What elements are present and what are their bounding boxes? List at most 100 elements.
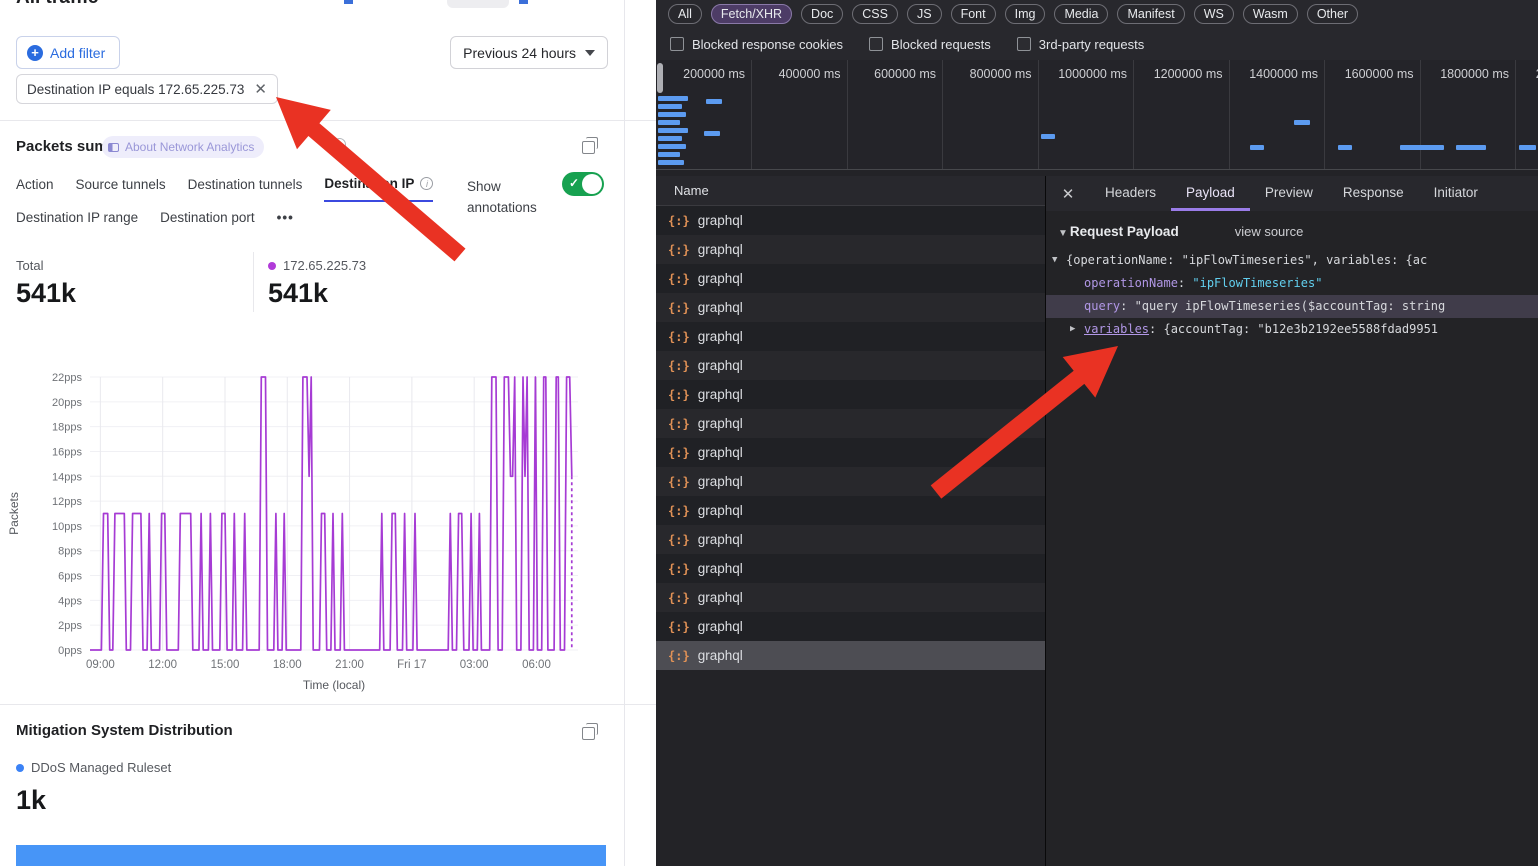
network-request-row[interactable]: {:}graphql: [656, 351, 1045, 380]
tab-action[interactable]: Action: [16, 176, 54, 202]
timeline-tick-label: 1000000 ms: [1039, 67, 1127, 81]
filter-pill-wasm[interactable]: Wasm: [1243, 4, 1298, 24]
detail-tab-payload[interactable]: Payload: [1171, 176, 1250, 211]
expanded-arrow-icon[interactable]: ▼: [1052, 249, 1057, 272]
network-request-row[interactable]: {:}graphql: [656, 380, 1045, 409]
request-name: graphql: [698, 648, 743, 663]
remove-filter-icon[interactable]: ✕: [254, 80, 267, 98]
fetch-json-icon: {:}: [668, 533, 690, 547]
detail-tab-headers[interactable]: Headers: [1090, 176, 1171, 211]
request-filter-checkboxes: Blocked response cookies Blocked requests…: [656, 28, 1538, 60]
svg-text:14pps: 14pps: [52, 471, 82, 483]
checkbox-icon: [670, 37, 684, 51]
mitigation-bar: [16, 845, 606, 866]
detail-tab-preview[interactable]: Preview: [1250, 176, 1328, 211]
network-request-row[interactable]: {:}graphql: [656, 612, 1045, 641]
series-label: 172.65.225.73: [268, 258, 366, 273]
payload-line[interactable]: ▶variables: {accountTag: "b12e3b2192ee55…: [1046, 318, 1538, 341]
network-request-row[interactable]: {:}graphql: [656, 525, 1045, 554]
toggle-knob: [582, 174, 602, 194]
more-tabs-button[interactable]: •••: [277, 210, 294, 234]
payload-line[interactable]: operationName: "ipFlowTimeseries": [1046, 272, 1538, 295]
request-timing-mark: [658, 112, 686, 117]
svg-text:18pps: 18pps: [52, 422, 82, 434]
filter-pill-img[interactable]: Img: [1005, 4, 1046, 24]
checkbox-blocked-response-cookies[interactable]: Blocked response cookies: [670, 37, 843, 52]
svg-text:2pps: 2pps: [58, 620, 82, 632]
detail-tab-response[interactable]: Response: [1328, 176, 1419, 211]
fetch-json-icon: {:}: [668, 417, 690, 431]
request-name: graphql: [698, 242, 743, 257]
payload-segment: :: [1178, 276, 1192, 290]
svg-text:09:00: 09:00: [86, 659, 115, 671]
network-request-row[interactable]: {:}graphql: [656, 641, 1045, 670]
network-request-row[interactable]: {:}graphql: [656, 467, 1045, 496]
network-request-row[interactable]: {:}graphql: [656, 583, 1045, 612]
request-payload-title[interactable]: ▼Request Payload: [1058, 224, 1179, 239]
network-request-row[interactable]: {:}graphql: [656, 264, 1045, 293]
detail-tab-initiator[interactable]: Initiator: [1419, 176, 1493, 211]
timeline-tick-label: 2000000 ms: [1517, 67, 1538, 81]
view-source-link[interactable]: view source: [1235, 224, 1304, 239]
total-label: Total: [16, 258, 76, 273]
popout-icon[interactable]: [582, 727, 595, 740]
add-filter-button[interactable]: + Add filter: [16, 36, 120, 69]
filter-chip-text: Destination IP equals 172.65.225.73: [27, 82, 244, 97]
filter-pill-other[interactable]: Other: [1307, 4, 1358, 24]
tab-source-tunnels[interactable]: Source tunnels: [76, 176, 166, 202]
collapsed-arrow-icon[interactable]: ▶: [1070, 318, 1075, 341]
filter-pill-js[interactable]: JS: [907, 4, 942, 24]
network-request-row[interactable]: {:} graphql: [656, 235, 1045, 264]
filter-pill-css[interactable]: CSS: [852, 4, 898, 24]
timeline-tick-label: 1600000 ms: [1326, 67, 1414, 81]
tab-destination-ip-range[interactable]: Destination IP range: [16, 210, 138, 234]
payload-line[interactable]: query: "query ipFlowTimeseries($accountT…: [1046, 295, 1538, 318]
request-name: graphql: [698, 416, 743, 431]
request-timing-mark: [658, 144, 686, 149]
series-dot: [268, 262, 276, 270]
checkbox--rd-party-requests[interactable]: 3rd-party requests: [1017, 37, 1145, 52]
svg-text:Packets: Packets: [7, 492, 21, 535]
fetch-json-icon: {:}: [668, 243, 690, 257]
tab-destination-ip[interactable]: Destination IPi: [324, 176, 433, 202]
payload-json-tree: ▼{operationName: "ipFlowTimeseries", var…: [1046, 249, 1538, 341]
filter-pill-ws[interactable]: WS: [1194, 4, 1234, 24]
filter-pill-manifest[interactable]: Manifest: [1117, 4, 1184, 24]
time-range-select[interactable]: Previous 24 hours: [450, 36, 608, 69]
svg-text:12pps: 12pps: [52, 496, 82, 508]
network-request-row[interactable]: {:}graphql: [656, 554, 1045, 583]
tab-destination-tunnels[interactable]: Destination tunnels: [188, 176, 303, 202]
tab-destination-port[interactable]: Destination port: [160, 210, 255, 234]
about-network-analytics-badge[interactable]: About Network Analytics: [102, 136, 264, 158]
network-request-row[interactable]: {:}graphql: [656, 293, 1045, 322]
network-request-row[interactable]: {:}graphql: [656, 438, 1045, 467]
request-timing-mark: [1338, 145, 1352, 150]
filter-pill-all[interactable]: All: [668, 4, 702, 24]
filter-pill-fetch-xhr[interactable]: Fetch/XHR: [711, 4, 792, 24]
cropped-ui-fragment: [519, 0, 528, 4]
timeline-overview[interactable]: 200000 ms400000 ms600000 ms800000 ms1000…: [656, 60, 1538, 170]
popout-icon[interactable]: [582, 141, 595, 154]
network-request-row[interactable]: {:} graphql: [656, 409, 1045, 438]
request-name: graphql: [698, 329, 743, 344]
filter-pill-font[interactable]: Font: [951, 4, 996, 24]
timeline-tick-label: 200000 ms: [657, 67, 745, 81]
svg-text:20pps: 20pps: [52, 397, 82, 409]
checkbox-blocked-requests[interactable]: Blocked requests: [869, 37, 991, 52]
svg-text:15:00: 15:00: [211, 659, 240, 671]
request-timing-mark: [1294, 120, 1310, 125]
network-request-row[interactable]: {:}graphql: [656, 496, 1045, 525]
network-request-row[interactable]: {:}graphql: [656, 206, 1045, 235]
filter-pill-doc[interactable]: Doc: [801, 4, 843, 24]
annotations-toggle[interactable]: ✓: [562, 172, 604, 196]
request-timing-mark: [704, 131, 720, 136]
network-name-column-header[interactable]: Name: [656, 176, 1045, 206]
request-timing-mark: [1400, 145, 1444, 150]
close-icon[interactable]: ✕: [1046, 185, 1090, 203]
payload-line[interactable]: ▼{operationName: "ipFlowTimeseries", var…: [1046, 249, 1538, 272]
checkbox-label: Blocked requests: [891, 37, 991, 52]
mitigation-title: Mitigation System Distribution: [16, 722, 233, 739]
request-name: graphql: [698, 561, 743, 576]
filter-pill-media[interactable]: Media: [1054, 4, 1108, 24]
network-request-row[interactable]: {:}graphql: [656, 322, 1045, 351]
